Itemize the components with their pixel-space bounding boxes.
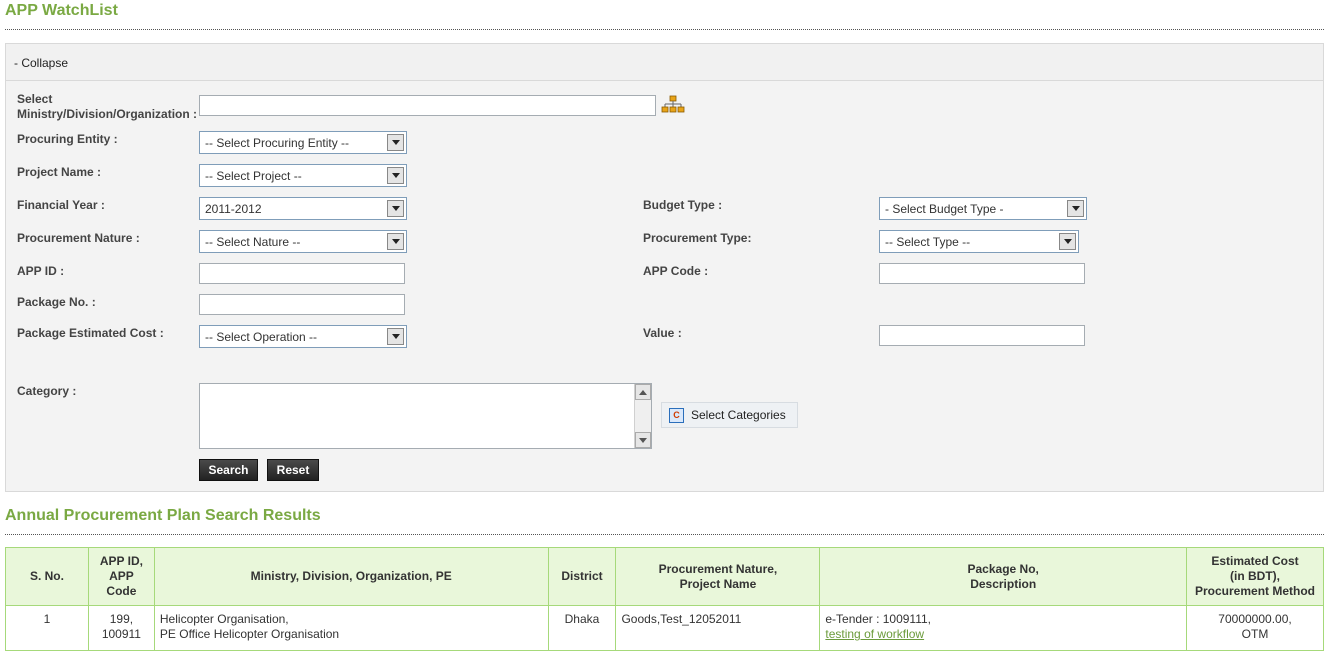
budget-type-value: - Select Budget Type -	[885, 202, 1004, 216]
value-input[interactable]	[879, 325, 1085, 346]
package-no-input[interactable]	[199, 294, 405, 315]
chevron-down-icon	[387, 200, 404, 217]
procuring-entity-value: -- Select Procuring Entity --	[205, 136, 350, 150]
package-estimated-cost-label: Package Estimated Cost :	[17, 326, 164, 340]
collapse-toggle[interactable]: - Collapse	[6, 44, 1323, 81]
cell-app-id: 199, 100911	[87, 605, 155, 651]
app-code-label: APP Code :	[643, 264, 709, 278]
financial-year-label: Financial Year :	[17, 198, 105, 212]
table-row: 1 199, 100911 Helicopter Organisation, P…	[5, 605, 1324, 651]
cell-district: Dhaka	[547, 605, 617, 651]
chevron-down-icon	[1059, 233, 1076, 250]
procurement-type-select[interactable]: -- Select Type --	[879, 230, 1079, 253]
package-no-label: Package No. :	[17, 295, 96, 309]
procurement-nature-label: Procurement Nature :	[17, 231, 140, 245]
org-tree-icon[interactable]	[661, 95, 685, 115]
search-panel: - Collapse Select Ministry/Division/Orga…	[5, 43, 1324, 492]
results-divider	[5, 534, 1324, 535]
chevron-down-icon	[387, 328, 404, 345]
operation-select[interactable]: -- Select Operation --	[199, 325, 407, 348]
category-textarea[interactable]	[199, 383, 652, 449]
procurement-type-value: -- Select Type --	[885, 235, 971, 249]
category-label: Category :	[17, 384, 77, 398]
procuring-entity-label: Procuring Entity :	[17, 132, 118, 146]
select-categories-label: Select Categories	[691, 408, 786, 422]
col-estimated-cost: Estimated Cost (in BDT), Procurement Met…	[1186, 547, 1324, 606]
col-package: Package No, Description	[819, 547, 1188, 606]
cell-package: e-Tender : 1009111, testing of workflow	[819, 605, 1188, 651]
category-icon: C	[669, 407, 684, 423]
results-title: Annual Procurement Plan Search Results	[5, 507, 321, 524]
reset-button[interactable]: Reset	[267, 459, 319, 481]
table-header-row: S. No. APP ID, APP Code Ministry, Divisi…	[5, 547, 1324, 606]
col-sno: S. No.	[5, 547, 89, 606]
chevron-down-icon	[387, 233, 404, 250]
col-district: District	[547, 547, 617, 606]
cell-nature: Goods,Test_12052011	[615, 605, 821, 651]
project-name-label: Project Name :	[17, 165, 102, 179]
value-label: Value :	[643, 326, 682, 340]
project-name-select[interactable]: -- Select Project --	[199, 164, 407, 187]
select-categories-button[interactable]: C Select Categories	[661, 402, 798, 428]
col-ministry: Ministry, Division, Organization, PE	[153, 547, 549, 606]
procurement-nature-select[interactable]: -- Select Nature --	[199, 230, 407, 253]
chevron-down-icon	[387, 167, 404, 184]
app-id-label: APP ID :	[17, 264, 65, 278]
operation-value: -- Select Operation --	[205, 330, 318, 344]
ministry-input[interactable]	[199, 95, 656, 116]
cell-ministry: Helicopter Organisation, PE Office Helic…	[153, 605, 549, 651]
app-code-input[interactable]	[879, 263, 1085, 284]
scroll-down-icon[interactable]	[635, 432, 651, 448]
cell-estimated-cost: 70000000.00, OTM	[1186, 605, 1324, 651]
procuring-entity-select[interactable]: -- Select Procuring Entity --	[199, 131, 407, 154]
chevron-down-icon	[1067, 200, 1084, 217]
ministry-label: Select Ministry/Division/Organization :	[17, 92, 198, 121]
procurement-nature-value: -- Select Nature --	[205, 235, 301, 249]
financial-year-value: 2011-2012	[205, 202, 262, 216]
cell-sno: 1	[5, 605, 89, 651]
col-app-id: APP ID, APP Code	[87, 547, 155, 606]
package-description-link[interactable]: testing of workflow	[825, 627, 924, 641]
budget-type-label: Budget Type :	[643, 198, 723, 212]
scroll-up-icon[interactable]	[635, 384, 651, 400]
title-divider	[5, 29, 1324, 30]
col-nature: Procurement Nature, Project Name	[615, 547, 821, 606]
results-table: S. No. APP ID, APP Code Ministry, Divisi…	[5, 547, 1324, 651]
page-title: APP WatchList	[5, 2, 118, 19]
scrollbar[interactable]	[634, 384, 651, 448]
app-id-input[interactable]	[199, 263, 405, 284]
financial-year-select[interactable]: 2011-2012	[199, 197, 407, 220]
project-name-value: -- Select Project --	[205, 169, 302, 183]
chevron-down-icon	[387, 134, 404, 151]
budget-type-select[interactable]: - Select Budget Type -	[879, 197, 1087, 220]
search-button[interactable]: Search	[199, 459, 258, 481]
procurement-type-label: Procurement Type:	[643, 231, 752, 245]
